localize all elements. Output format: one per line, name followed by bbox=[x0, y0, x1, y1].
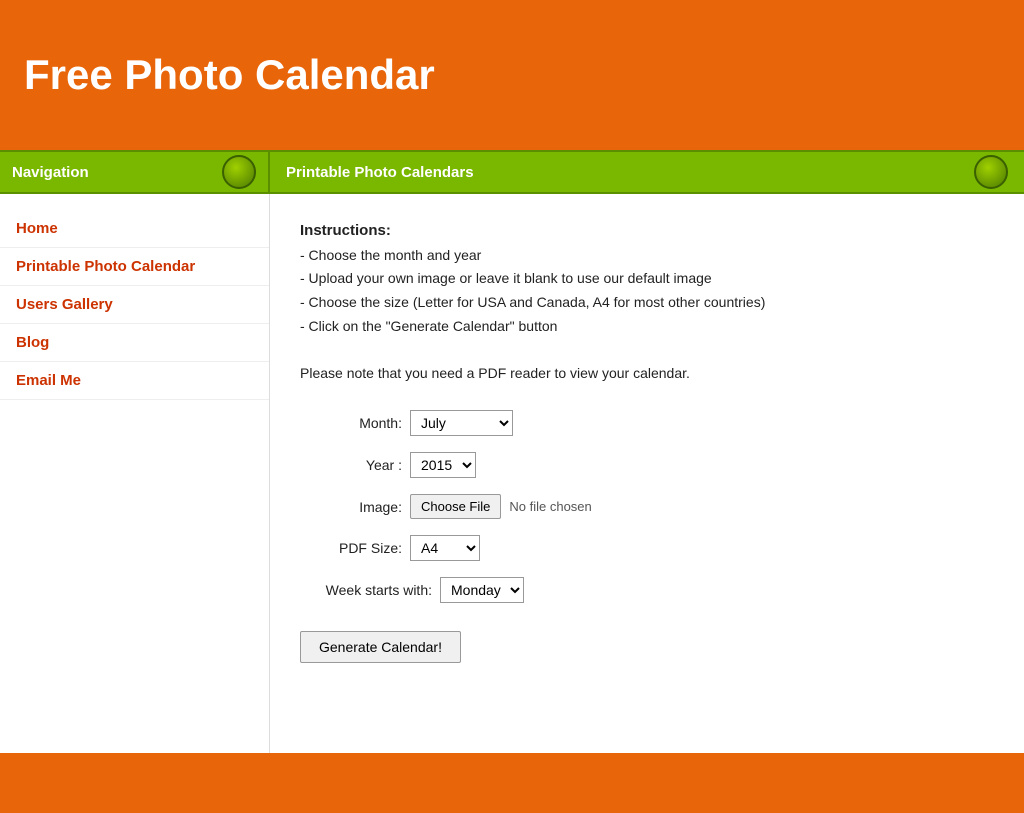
content: Home Printable Photo Calendar Users Gall… bbox=[0, 194, 1024, 753]
nav-right: Printable Photo Calendars bbox=[270, 152, 1024, 192]
sidebar-item-gallery[interactable]: Users Gallery bbox=[0, 286, 269, 324]
instruction-line-3: - Choose the size (Letter for USA and Ca… bbox=[300, 294, 765, 310]
month-label: Month: bbox=[300, 415, 410, 431]
year-label: Year : bbox=[300, 457, 410, 473]
header: Free Photo Calendar bbox=[0, 0, 1024, 150]
blog-link[interactable]: Blog bbox=[16, 334, 49, 351]
image-row: Image: Choose File No file chosen bbox=[300, 494, 994, 519]
month-select[interactable]: January February March April May June Ju… bbox=[410, 410, 513, 436]
pdf-size-label: PDF Size: bbox=[300, 540, 410, 556]
pdf-note: Please note that you need a PDF reader t… bbox=[300, 365, 690, 381]
month-row: Month: January February March April May … bbox=[300, 410, 994, 436]
sidebar-item-blog[interactable]: Blog bbox=[0, 324, 269, 362]
nav-left: Navigation bbox=[0, 152, 270, 192]
year-select[interactable]: 2014 2015 2016 2017 bbox=[410, 452, 476, 478]
week-starts-label: Week starts with: bbox=[300, 582, 440, 598]
year-row: Year : 2014 2015 2016 2017 bbox=[300, 452, 994, 478]
email-link[interactable]: Email Me bbox=[16, 372, 81, 389]
gallery-link[interactable]: Users Gallery bbox=[16, 296, 113, 313]
nav-circle-left bbox=[222, 155, 256, 189]
main-content: Instructions: - Choose the month and yea… bbox=[270, 194, 1024, 753]
sidebar-item-home[interactable]: Home bbox=[0, 210, 269, 248]
instructions-title: Instructions: bbox=[300, 222, 391, 239]
sidebar-item-email[interactable]: Email Me bbox=[0, 362, 269, 400]
no-file-text: No file chosen bbox=[509, 499, 591, 514]
generate-row: Generate Calendar! bbox=[300, 619, 994, 663]
footer bbox=[0, 753, 1024, 813]
generate-calendar-button[interactable]: Generate Calendar! bbox=[300, 631, 461, 663]
pdf-size-row: PDF Size: Letter A4 bbox=[300, 535, 994, 561]
navbar: Navigation Printable Photo Calendars bbox=[0, 150, 1024, 194]
week-starts-row: Week starts with: Sunday Monday bbox=[300, 577, 994, 603]
instruction-line-1: - Choose the month and year bbox=[300, 247, 481, 263]
sidebar: Home Printable Photo Calendar Users Gall… bbox=[0, 194, 270, 753]
image-label: Image: bbox=[300, 499, 410, 515]
instruction-line-2: - Upload your own image or leave it blan… bbox=[300, 270, 712, 286]
home-link[interactable]: Home bbox=[16, 220, 58, 237]
printable-calendars-label: Printable Photo Calendars bbox=[286, 164, 474, 181]
week-starts-select[interactable]: Sunday Monday bbox=[440, 577, 524, 603]
choose-file-button[interactable]: Choose File bbox=[410, 494, 501, 519]
pdf-size-select[interactable]: Letter A4 bbox=[410, 535, 480, 561]
navigation-label: Navigation bbox=[12, 164, 89, 181]
sidebar-item-printable[interactable]: Printable Photo Calendar bbox=[0, 248, 269, 286]
instructions-block: Instructions: - Choose the month and yea… bbox=[300, 218, 994, 386]
instruction-line-4: - Click on the "Generate Calendar" butto… bbox=[300, 318, 557, 334]
site-title: Free Photo Calendar bbox=[24, 51, 435, 99]
nav-circle-right bbox=[974, 155, 1008, 189]
printable-link[interactable]: Printable Photo Calendar bbox=[16, 258, 195, 275]
